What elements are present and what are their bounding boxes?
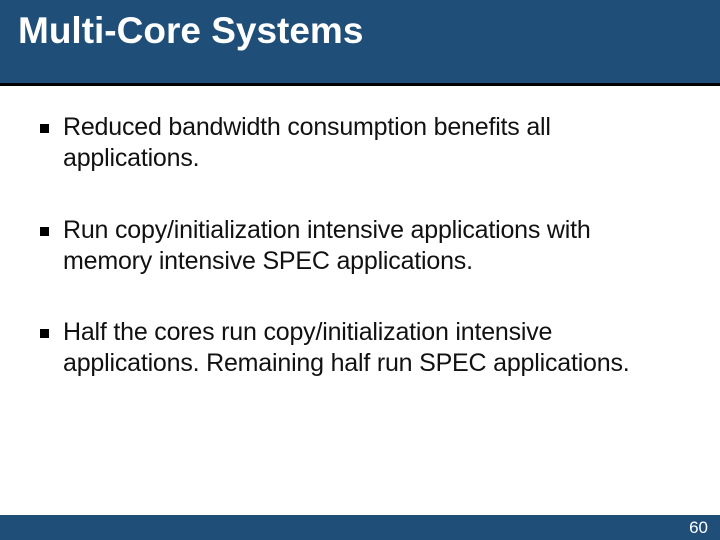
page-number: 60: [689, 515, 708, 540]
bullet-item: Run copy/initialization intensive applic…: [40, 215, 680, 278]
bullet-marker-icon: [40, 227, 49, 236]
bullet-text: Half the cores run copy/initialization i…: [63, 317, 680, 380]
bullet-text: Reduced bandwidth consumption benefits a…: [63, 112, 680, 175]
bullet-item: Half the cores run copy/initialization i…: [40, 317, 680, 380]
footer-bar: [0, 515, 720, 540]
slide-title: Multi-Core Systems: [18, 10, 702, 52]
title-bar: Multi-Core Systems: [0, 0, 720, 86]
bullet-text: Run copy/initialization intensive applic…: [63, 215, 680, 278]
bullet-marker-icon: [40, 124, 49, 133]
bullet-marker-icon: [40, 329, 49, 338]
slide-content: Reduced bandwidth consumption benefits a…: [0, 86, 720, 380]
bullet-item: Reduced bandwidth consumption benefits a…: [40, 112, 680, 175]
